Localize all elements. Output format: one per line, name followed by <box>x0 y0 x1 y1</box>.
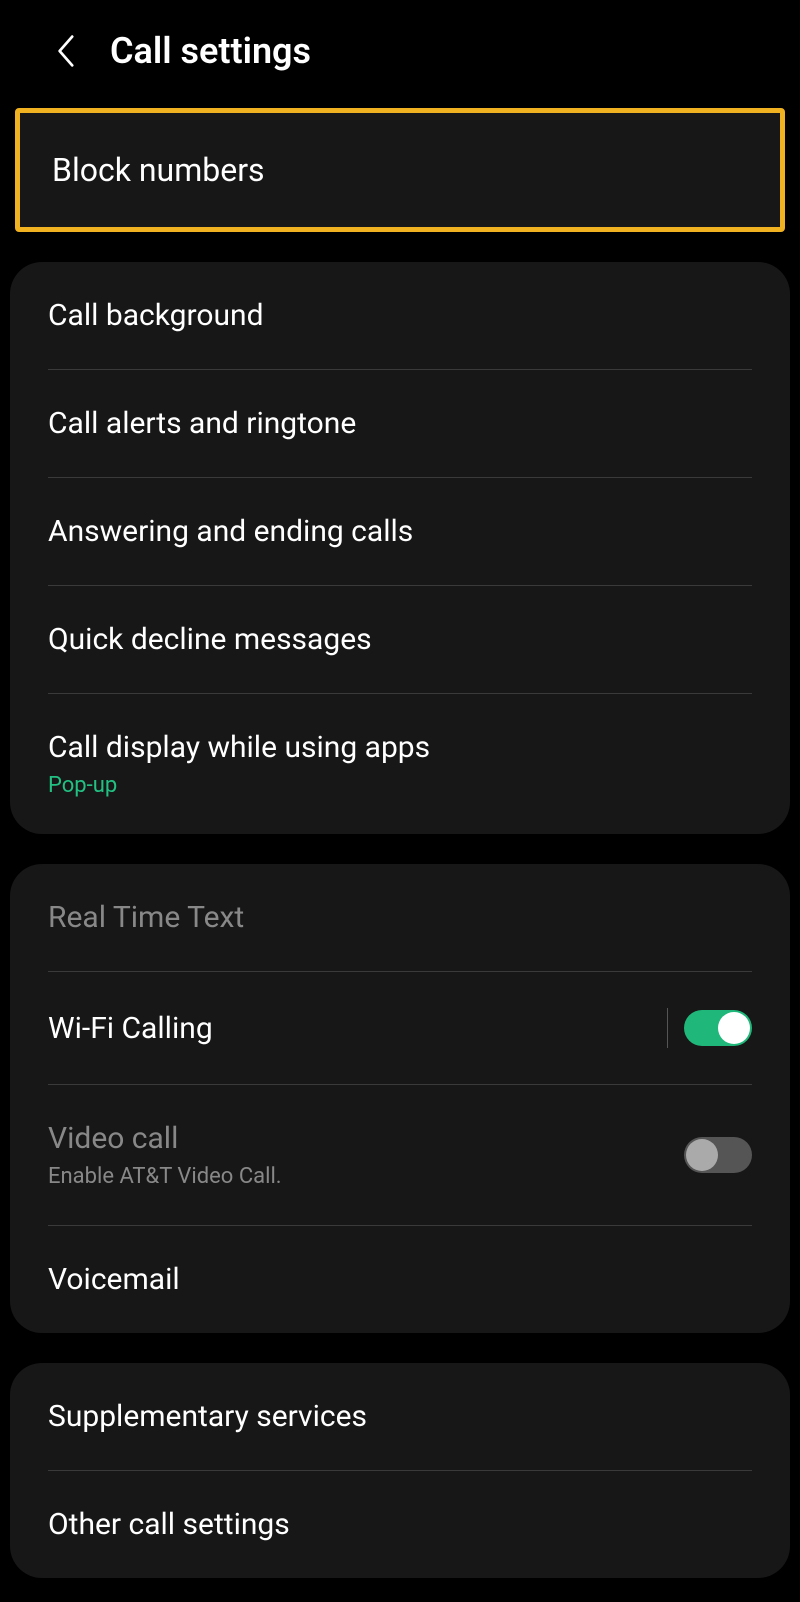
item-sublabel: Pop-up <box>48 773 430 798</box>
video-call-item[interactable]: Video call Enable AT&T Video Call. <box>10 1085 790 1225</box>
item-label: Call alerts and ringtone <box>48 406 356 441</box>
item-label: Block numbers <box>52 151 748 189</box>
item-label: Quick decline messages <box>48 622 372 657</box>
card-other-options: Supplementary services Other call settin… <box>10 1363 790 1578</box>
card-call-options: Call background Call alerts and ringtone… <box>10 262 790 834</box>
real-time-text-header: Real Time Text <box>10 864 790 971</box>
wifi-calling-toggle[interactable] <box>684 1010 752 1046</box>
item-label: Supplementary services <box>48 1399 367 1434</box>
quick-decline-messages-item[interactable]: Quick decline messages <box>10 586 790 693</box>
item-label: Call display while using apps <box>48 730 430 765</box>
toggle-container <box>684 1137 752 1173</box>
item-label: Wi-Fi Calling <box>48 1011 213 1046</box>
toggle-container <box>667 1008 752 1048</box>
toggle-divider <box>667 1008 668 1048</box>
call-alerts-ringtone-item[interactable]: Call alerts and ringtone <box>10 370 790 477</box>
video-call-toggle[interactable] <box>684 1137 752 1173</box>
call-background-item[interactable]: Call background <box>10 262 790 369</box>
item-description: Enable AT&T Video Call. <box>48 1164 282 1189</box>
section-header-label: Real Time Text <box>48 900 244 935</box>
back-icon[interactable] <box>50 36 80 66</box>
answering-ending-calls-item[interactable]: Answering and ending calls <box>10 478 790 585</box>
supplementary-services-item[interactable]: Supplementary services <box>10 1363 790 1470</box>
voicemail-item[interactable]: Voicemail <box>10 1226 790 1333</box>
item-label: Other call settings <box>48 1507 290 1542</box>
card-network-options: Real Time Text Wi-Fi Calling Video call … <box>10 864 790 1333</box>
other-call-settings-item[interactable]: Other call settings <box>10 1471 790 1578</box>
page-title: Call settings <box>110 30 311 72</box>
item-label: Voicemail <box>48 1262 180 1297</box>
block-numbers-item[interactable]: Block numbers <box>15 108 785 232</box>
item-label: Answering and ending calls <box>48 514 413 549</box>
item-label: Video call <box>48 1121 282 1156</box>
call-display-apps-item[interactable]: Call display while using apps Pop-up <box>10 694 790 834</box>
toggle-thumb <box>686 1139 718 1171</box>
toggle-thumb <box>718 1012 750 1044</box>
header: Call settings <box>0 0 800 102</box>
wifi-calling-item[interactable]: Wi-Fi Calling <box>10 972 790 1084</box>
item-label: Call background <box>48 298 264 333</box>
